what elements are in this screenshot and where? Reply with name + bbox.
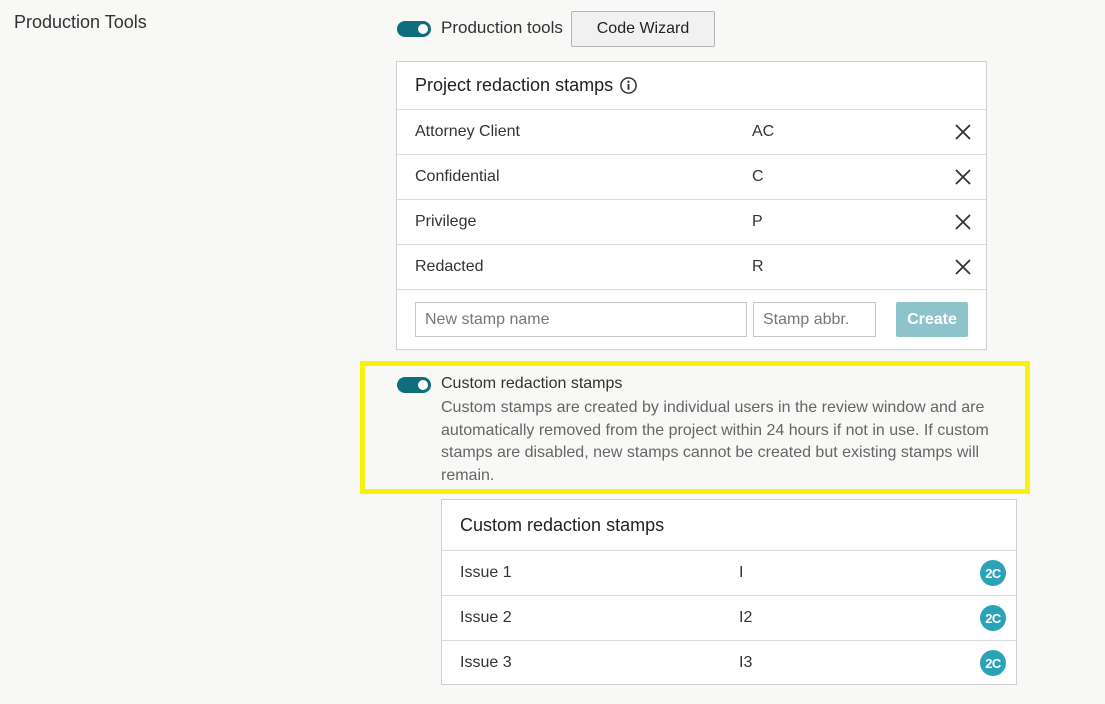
create-button[interactable]: Create (896, 302, 968, 337)
code-wizard-button[interactable]: Code Wizard (571, 11, 715, 47)
stamp-abbr: I (739, 564, 744, 581)
custom-stamps-header: Custom redaction stamps (442, 500, 1016, 551)
close-icon[interactable] (954, 213, 972, 231)
create-stamp-row: Create (397, 290, 986, 348)
stamp-abbr: R (752, 258, 764, 275)
stamp-abbr: C (752, 168, 764, 185)
stamp-abbr-input[interactable] (753, 302, 876, 337)
stamp-abbr: I2 (739, 609, 753, 626)
stamp-name: Redacted (415, 258, 484, 275)
table-row: Attorney Client AC (397, 110, 986, 155)
stamp-abbr: P (752, 213, 763, 230)
custom-stamps-title: Custom redaction stamps (460, 514, 665, 535)
section-title: Production Tools (14, 12, 147, 32)
stamp-name: Attorney Client (415, 123, 520, 140)
table-row: Issue 1 I 2C (442, 551, 1016, 596)
project-stamps-panel: Project redaction stamps Attorney Client… (396, 61, 987, 350)
production-tools-label: Production tools (441, 18, 563, 37)
table-row: Issue 3 I3 2C (442, 641, 1016, 686)
project-stamps-header: Project redaction stamps (397, 62, 986, 110)
table-row: Confidential C (397, 155, 986, 200)
info-icon[interactable] (619, 76, 638, 95)
close-icon[interactable] (954, 168, 972, 186)
new-stamp-name-input[interactable] (415, 302, 747, 337)
custom-stamps-toggle[interactable] (397, 377, 431, 393)
toggle-knob (418, 24, 428, 34)
table-row: Issue 2 I2 2C (442, 596, 1016, 641)
stamp-name: Issue 1 (460, 564, 512, 581)
custom-stamps-panel: Custom redaction stamps Issue 1 I 2C Iss… (441, 499, 1017, 685)
stamp-name: Confidential (415, 168, 500, 185)
production-tools-toggle[interactable] (397, 21, 431, 37)
project-stamps-title: Project redaction stamps (415, 75, 614, 95)
close-icon[interactable] (954, 258, 972, 276)
user-avatar-badge: 2C (980, 605, 1006, 631)
stamp-abbr: AC (752, 123, 775, 140)
stamp-name: Privilege (415, 213, 477, 230)
stamp-name: Issue 2 (460, 609, 512, 626)
table-row: Privilege P (397, 200, 986, 245)
user-avatar-badge: 2C (980, 560, 1006, 586)
custom-stamps-description: Custom stamps are created by individual … (441, 399, 989, 484)
production-tools-settings: Production Tools Production tools Code W… (0, 0, 1105, 704)
user-avatar-badge: 2C (980, 650, 1006, 676)
close-icon[interactable] (954, 123, 972, 141)
table-row: Redacted R (397, 245, 986, 290)
stamp-name: Issue 3 (460, 654, 512, 671)
toggle-knob (418, 380, 428, 390)
stamp-abbr: I3 (739, 654, 753, 671)
custom-stamps-label: Custom redaction stamps (441, 375, 623, 392)
